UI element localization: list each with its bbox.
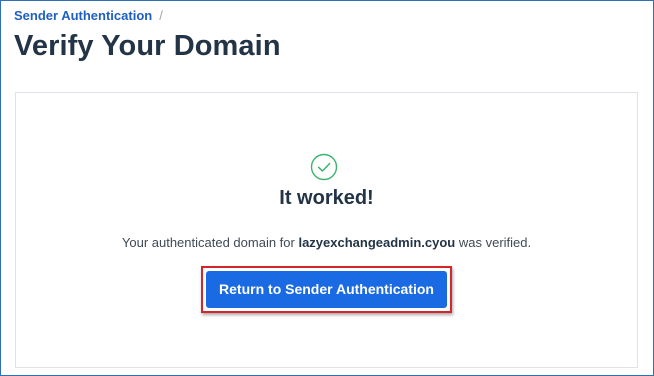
breadcrumb-separator: / xyxy=(159,8,163,23)
breadcrumb-link-sender-authentication[interactable]: Sender Authentication xyxy=(14,7,152,25)
return-to-sender-authentication-button[interactable]: Return to Sender Authentication xyxy=(206,271,447,308)
verification-message: Your authenticated domain for lazyexchan… xyxy=(16,234,637,252)
success-headline: It worked! xyxy=(279,187,374,209)
breadcrumb: Sender Authentication / xyxy=(14,7,163,25)
button-highlight-outline: Return to Sender Authentication xyxy=(201,266,452,313)
check-circle-icon xyxy=(310,153,338,181)
message-prefix: Your authenticated domain for xyxy=(121,235,299,250)
page-frame: Sender Authentication / Verify Your Doma… xyxy=(0,0,654,376)
message-suffix: was verified. xyxy=(455,235,532,250)
verification-result-card: It worked! Your authenticated domain for… xyxy=(15,92,638,368)
page-title: Verify Your Domain xyxy=(14,30,281,62)
verified-domain: lazyexchangeadmin.cyou xyxy=(298,235,456,250)
